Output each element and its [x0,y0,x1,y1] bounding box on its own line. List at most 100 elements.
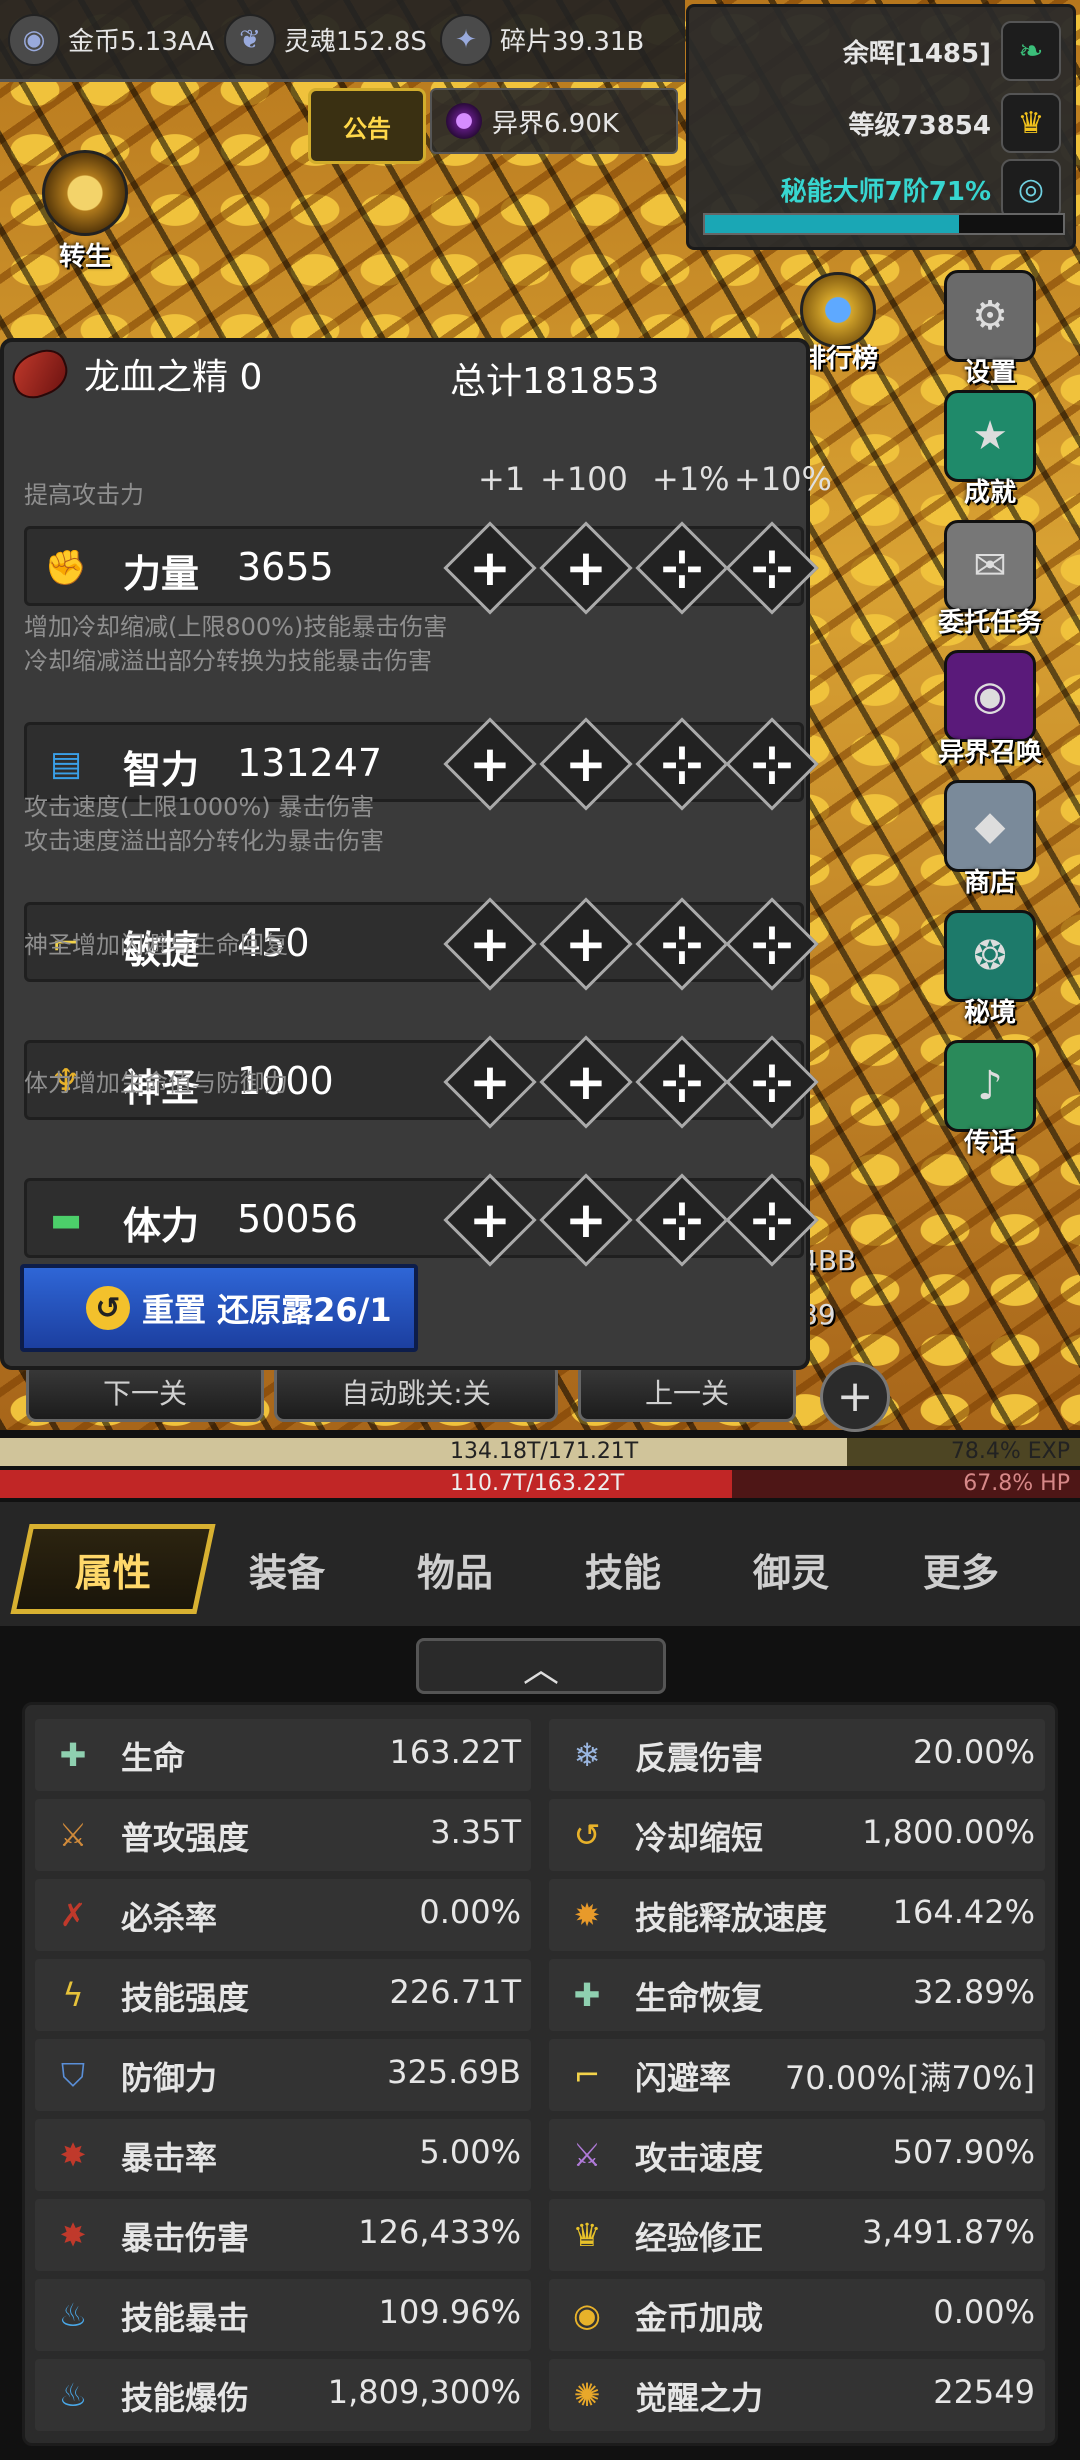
slash-icon: ✗ [59,1896,87,1934]
next-stage-button[interactable]: 下一关 [26,1362,264,1422]
shield-icon: ⛉ [60,2055,85,2094]
add-stat-button-1[interactable]: + [443,521,537,615]
blue-flame-icon: ♨ [58,2296,88,2334]
plus-icon: ⊹ [751,735,793,793]
collapse-button[interactable]: ︿ [416,1638,666,1694]
reincarnate-button[interactable]: 转生 [40,150,130,273]
attribute-name: 防御力 [121,2059,218,2097]
plus-icon: + [565,1053,607,1111]
reset-button[interactable]: ↺ 重置 还原露26/1 [20,1264,418,1352]
tab-1[interactable]: 装备 [212,1524,362,1614]
mystic-icon: ❂ [944,910,1036,1002]
plus-icon: ⊹ [661,915,703,973]
stat-hint: 攻击速度(上限1000%) 暴击伤害 攻击速度溢出部分转化为暴击伤害 [24,793,384,855]
side-menu-gem[interactable]: ◆ 商店 [930,780,1050,899]
plus-icon: + [469,1053,511,1111]
soul-amount: 灵魂152.8S [284,27,427,57]
add-stat-button-1pct[interactable]: ⊹ [635,717,729,811]
tab-2[interactable]: 物品 [380,1524,530,1614]
add-stat-button-10pct[interactable]: ⊹ [725,897,819,991]
plus-icon: + [565,915,607,973]
side-menu-envelope[interactable]: ✉ 委托任务 [930,520,1050,639]
side-menu-portal[interactable]: ◉ 异界召唤 [930,650,1050,769]
attack-speed-icon: ⚔ [572,2136,602,2174]
side-menu-horn[interactable]: ♪ 传话 [930,1040,1050,1159]
shatter-icon: ❄ [573,1736,601,1774]
tab-label: 技能 [584,1550,661,1595]
fragment-icon: ✦ [440,13,492,66]
tab-4[interactable]: 御灵 [716,1524,866,1614]
notice-button[interactable]: 公告 [308,88,426,164]
plus-icon: ⊹ [751,539,793,597]
leaderboard-label[interactable]: 排行榜 [800,338,878,375]
add-stat-button-1[interactable]: + [443,897,537,991]
tab-5[interactable]: 更多 [886,1524,1036,1614]
add-stat-button-100[interactable]: + [539,521,633,615]
stat-name: 体力 [123,1204,200,1248]
add-stat-button-1pct[interactable]: ⊹ [635,521,729,615]
add-stat-button-10pct[interactable]: ⊹ [725,521,819,615]
add-stat-button-100[interactable]: + [539,1035,633,1129]
mastery-progress-bar [703,213,1065,235]
plus-icon: ⊹ [661,735,703,793]
plus-icon: + [469,539,511,597]
stat-name: 力量 [123,552,200,596]
auto-skip-toggle[interactable]: 自动跳关:关 [274,1362,558,1422]
attribute-value: 164.42% [892,1893,1035,1931]
essence-label: 龙血之精 0 [84,357,263,398]
add-icon[interactable]: + [820,1362,890,1432]
tab-3[interactable]: 技能 [548,1524,698,1614]
side-menu-mystic[interactable]: ❂ 秘境 [930,910,1050,1029]
gear-icon: ⚙ [944,270,1036,362]
attribute-name: 普攻强度 [121,1819,250,1857]
crown-icon: ♛ [1001,93,1061,153]
essence-header: 龙血之精 0 [6,343,263,405]
attribute-value: 163.22T [389,1733,521,1771]
add-stat-button-100[interactable]: + [539,1173,633,1267]
plus-icon: ⊹ [751,1053,793,1111]
attribute-value: 70.00%[满70%] [784,2059,1035,2097]
strength-icon: ✊ [44,548,88,588]
level-row: 等级73854 ♛ [849,93,1061,153]
trophy-icon[interactable] [800,272,876,348]
soul-icon: ❦ [224,13,276,66]
mastery-progress-fill [705,215,960,233]
prev-stage-button[interactable]: 上一关 [578,1362,796,1422]
add-stat-button-1[interactable]: + [443,717,537,811]
attribute-name: 经验修正 [635,2219,764,2257]
dodge-boot-icon: ⌐ [573,2056,601,2094]
add-stat-button-1pct[interactable]: ⊹ [635,1035,729,1129]
reincarnate-icon [42,150,128,236]
tab-label: 御灵 [752,1550,829,1595]
add-stat-button-100[interactable]: + [539,717,633,811]
mastery-row[interactable]: 秘能大师7阶71% ◎ [781,159,1061,219]
otherworld-counter[interactable]: 异界6.90K [430,88,678,154]
side-menu-star[interactable]: ★ 成就 [930,390,1050,509]
afterglow-row[interactable]: 余晖[1485] ❧ [843,21,1061,81]
add-stat-button-100[interactable]: + [539,897,633,991]
star-icon: ★ [944,390,1036,482]
resource-soul: ❦ 灵魂152.8S [224,13,434,66]
swirl-icon: ◎ [1001,159,1061,219]
plus-icon: ⊹ [751,915,793,973]
attribute-row: ✸ 暴击伤害 126,433% [35,2199,531,2271]
add-stat-button-1[interactable]: + [443,1035,537,1129]
add-stat-button-1[interactable]: + [443,1173,537,1267]
crown-icon: ♛ [572,2216,602,2254]
bottom-tabs: 属性 装备 物品 技能 御灵 更多 [0,1502,1080,1626]
exp-fill [0,1438,847,1466]
side-menu-gear[interactable]: ⚙ 设置 [930,270,1050,389]
add-stat-button-1pct[interactable]: ⊹ [635,897,729,991]
attribute-value: 126,433% [358,2213,521,2251]
add-stat-button-10pct[interactable]: ⊹ [725,1173,819,1267]
attribute-name: 反震伤害 [635,1739,764,1777]
attribute-name: 金币加成 [635,2299,764,2337]
add-stat-button-10pct[interactable]: ⊹ [725,1035,819,1129]
add-stat-button-1pct[interactable]: ⊹ [635,1173,729,1267]
stat-value: 3655 [237,545,334,589]
reset-label: 重置 还原露26/1 [142,1291,392,1329]
add-stat-button-10pct[interactable]: ⊹ [725,717,819,811]
plus-icon: ⊹ [661,1053,703,1111]
tab-0[interactable]: 属性 [10,1524,216,1614]
attribute-value: 1,809,300% [327,2373,521,2411]
